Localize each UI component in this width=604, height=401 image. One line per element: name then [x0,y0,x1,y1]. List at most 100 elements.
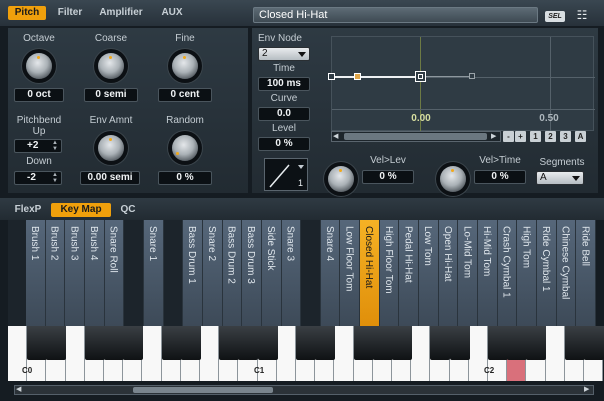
black-key[interactable] [526,326,547,360]
envelope-node-3[interactable] [469,73,475,79]
key-map-slot[interactable]: Pedal Hi-Hat [399,220,420,326]
piano-keyboard[interactable]: C0 C1 C2 [8,326,604,381]
vel-time-value[interactable]: 0 % [474,170,526,184]
level-value[interactable]: 0 % [258,137,310,151]
black-key[interactable] [104,326,124,360]
preset-3-button[interactable]: 3 [560,131,571,142]
random-value[interactable]: 0 % [158,171,212,185]
key-map-slot[interactable]: Side Stick [261,220,282,326]
key-map-slot[interactable]: Chinese Cymbal [556,220,577,326]
vel-lev-value[interactable]: 0 % [362,170,414,184]
black-key[interactable] [296,326,316,360]
white-key[interactable] [411,326,431,381]
spinner-arrows-icon[interactable]: ▲ ▼ [52,172,58,184]
key-map-slot[interactable]: Brush 3 [65,220,85,326]
key-map-slot[interactable]: Low Floor Tom [340,220,361,326]
key-map-slot[interactable]: Bass Drum 3 [242,220,262,326]
black-key[interactable] [27,326,48,360]
key-map-slot[interactable]: Crash Cymbal 1 [497,220,518,326]
tab-filter[interactable]: Filter [52,6,88,20]
vel-time-knob[interactable] [440,166,466,192]
black-key[interactable] [372,326,393,360]
black-key[interactable] [488,326,508,360]
black-key[interactable] [584,326,604,360]
white-key[interactable] [200,326,220,381]
coarse-value[interactable]: 0 semi [84,88,138,102]
keyboard-scrollbar[interactable]: ◀ ▶ [14,385,594,395]
tab-aux[interactable]: AUX [156,6,188,20]
keyboard-icon[interactable]: ☷ [572,9,592,22]
key-map-slot[interactable]: Hi-Mid Tom [478,220,498,326]
key-map-slot[interactable]: Open Hi-Hat [438,220,459,326]
octave-knob[interactable] [26,53,52,79]
key-map-slot[interactable]: Bass Drum 1 [183,220,203,326]
env-amnt-knob[interactable] [98,135,124,161]
black-key[interactable] [257,326,278,360]
env-node-dropdown[interactable]: 2 [258,47,310,61]
white-key[interactable] [545,326,565,381]
key-map-slot[interactable]: Low Tom [419,220,439,326]
time-value[interactable]: 100 ms [258,77,310,91]
scroll-left-icon[interactable]: ◀ [333,133,341,140]
tab-flexp[interactable]: FlexP [10,203,46,217]
key-map-slot[interactable]: Ride Bell [576,220,596,326]
curve-value[interactable]: 0.0 [258,107,310,121]
black-key[interactable] [161,326,182,360]
pitchbend-down-spinner[interactable]: -2 ▲ ▼ [14,171,62,185]
black-key[interactable] [353,326,374,360]
black-key[interactable] [315,326,336,360]
key-map-slot[interactable]: High Floor Tom [379,220,400,326]
coarse-knob[interactable] [98,53,124,79]
key-map-slot[interactable]: Brush 2 [45,220,66,326]
key-map-slot[interactable]: Bass Drum 2 [222,220,243,326]
fine-knob[interactable] [172,53,198,79]
vel-lev-knob[interactable] [328,166,354,192]
pitchbend-up-spinner[interactable]: +2 ▲ ▼ [14,139,62,153]
envelope-node-2[interactable] [415,71,426,82]
white-key[interactable] [65,326,85,381]
key-map-slot[interactable]: Snare Roll [104,220,125,326]
sel-button[interactable]: SEL [545,11,565,22]
black-key[interactable] [238,326,259,360]
key-map-slot[interactable]: Brush 1 [26,220,46,326]
key-map-slot[interactable]: Snare 4 [320,220,341,326]
key-map-slot[interactable]: Snare 3 [281,220,302,326]
curve-shape-selector[interactable]: 1 [264,158,308,191]
key-map-slot[interactable]: Lo-Mid Tom [458,220,479,326]
tab-amplifier[interactable]: Amplifier [93,6,149,20]
random-knob[interactable] [172,135,198,161]
black-key[interactable] [507,326,528,360]
preset-1-button[interactable]: 1 [530,131,541,142]
preset-2-button[interactable]: 2 [545,131,556,142]
tab-key-map[interactable]: Key Map [51,203,111,217]
black-key[interactable] [84,326,105,360]
scroll-left-icon[interactable]: ◀ [16,386,21,394]
octave-value[interactable]: 0 oct [14,88,64,102]
fine-value[interactable]: 0 cent [158,88,212,102]
black-key[interactable] [392,326,412,360]
scroll-right-icon[interactable]: ▶ [491,133,499,140]
scroll-thumb[interactable] [344,133,487,140]
instrument-name-field[interactable]: Closed Hi-Hat [253,7,538,23]
key-map-slot[interactable]: Snare 2 [202,220,223,326]
segments-dropdown[interactable]: A [536,171,584,185]
key-map-slot[interactable]: Closed Hi-Hat [360,220,380,326]
key-map-slot[interactable]: High Tom [517,220,538,326]
spinner-arrows-icon[interactable]: ▲ ▼ [52,140,58,152]
tab-pitch[interactable]: Pitch [8,6,46,20]
key-map-slot[interactable]: Brush 4 [84,220,105,326]
envelope-scrollbar[interactable]: ◀ ▶ [331,131,501,142]
black-key[interactable] [219,326,240,360]
black-key[interactable] [430,326,451,360]
zoom-in-button[interactable]: + [515,131,526,142]
envelope-graph[interactable]: 0.00 0.50 [328,36,595,132]
black-key[interactable] [180,326,201,360]
black-key[interactable] [449,326,470,360]
tab-qc[interactable]: QC [115,203,141,217]
env-amnt-value[interactable]: 0.00 semi [80,171,140,185]
scroll-thumb[interactable] [133,387,273,393]
black-key[interactable] [123,326,144,360]
scroll-right-icon[interactable]: ▶ [584,386,589,394]
black-key[interactable] [564,326,585,360]
black-key[interactable] [46,326,67,360]
